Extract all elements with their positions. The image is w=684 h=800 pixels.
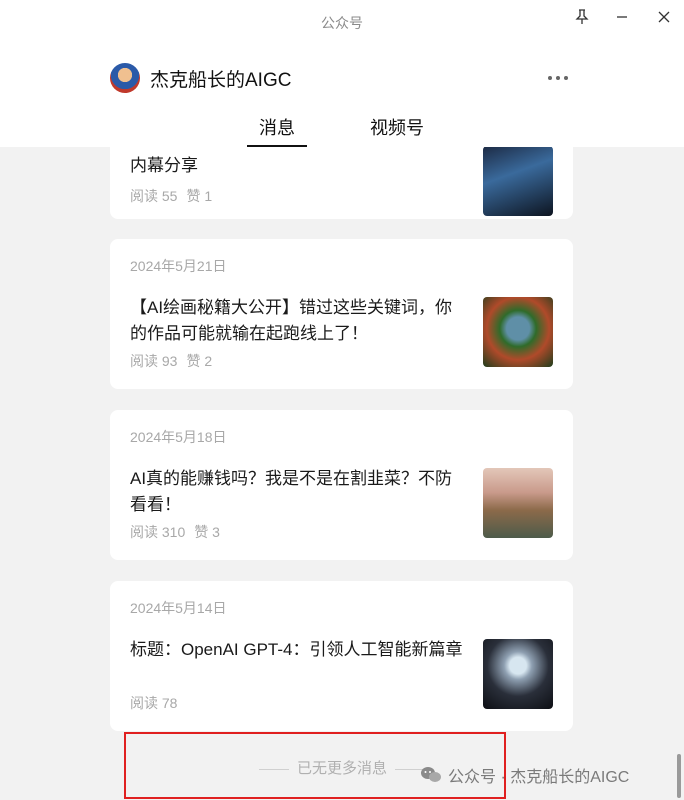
article-date: 2024年5月14日 — [130, 600, 227, 616]
article-title[interactable]: AI真的能赚钱吗？我是不是在割韭菜？不防看看！ — [130, 466, 468, 518]
read-count: 阅读 310 — [130, 524, 186, 540]
article-thumbnail[interactable] — [483, 468, 553, 538]
article-card[interactable]: 2024年5月14日 标题：OpenAI GPT-4：引领人工智能新篇章 阅读 … — [110, 581, 573, 731]
read-count: 阅读 55 — [130, 188, 178, 204]
article-title[interactable]: 【AI绘画秘籍大公开】错过这些关键词，你的作品可能就输在起跑线上了！ — [130, 295, 468, 347]
article-stats: 阅读 310 赞 3 — [130, 522, 220, 542]
read-count: 阅读 93 — [130, 353, 178, 369]
message-feed[interactable]: 内幕分享 阅读 55 赞 1 2024年5月21日 【AI绘画秘籍大公开】错过这些… — [0, 147, 684, 800]
article-thumbnail[interactable] — [483, 297, 553, 367]
like-count: 赞 2 — [186, 353, 213, 369]
pin-icon[interactable] — [570, 6, 594, 28]
article-stats: 阅读 93 赞 2 — [130, 351, 212, 371]
account-name[interactable]: 杰克船长的AIGC — [150, 65, 291, 92]
tab-messages[interactable]: 消息 — [248, 114, 306, 140]
article-date: 2024年5月21日 — [130, 258, 227, 274]
article-card[interactable]: 2024年5月21日 【AI绘画秘籍大公开】错过这些关键词，你的作品可能就输在起… — [110, 239, 573, 389]
like-count: 赞 3 — [194, 524, 220, 540]
watermark-text: 公众号 · 杰克船长的AIGC — [448, 769, 630, 786]
read-count: 阅读 78 — [130, 695, 178, 711]
title-bar: 公众号 — [0, 0, 684, 46]
article-thumbnail[interactable] — [483, 639, 553, 709]
article-title[interactable]: 内幕分享 — [130, 153, 468, 179]
avatar[interactable] — [110, 63, 140, 93]
like-count: 赞 1 — [186, 188, 213, 204]
more-icon[interactable] — [543, 66, 573, 90]
article-stats: 阅读 78 — [130, 693, 177, 713]
tab-video[interactable]: 视频号 — [362, 114, 432, 140]
account-header: 杰克船长的AIGC 消息 视频号 — [0, 46, 684, 147]
article-date: 2024年5月18日 — [130, 429, 227, 445]
article-card[interactable]: 2024年5月18日 AI真的能赚钱吗？我是不是在割韭菜？不防看看！ 阅读 31… — [110, 410, 573, 560]
article-title[interactable]: 标题：OpenAI GPT-4：引领人工智能新篇章 — [130, 637, 468, 663]
article-card[interactable]: 内幕分享 阅读 55 赞 1 — [110, 147, 573, 219]
tab-bar: 消息 视频号 — [0, 114, 684, 147]
scrollbar[interactable] — [677, 754, 681, 798]
wechat-icon — [421, 767, 441, 782]
watermark: 公众号 · 杰克船长的AIGC — [420, 763, 629, 787]
minimize-icon[interactable] — [610, 6, 634, 28]
article-thumbnail[interactable] — [483, 147, 553, 216]
close-icon[interactable] — [652, 6, 676, 28]
article-stats: 阅读 55 赞 1 — [130, 186, 212, 206]
